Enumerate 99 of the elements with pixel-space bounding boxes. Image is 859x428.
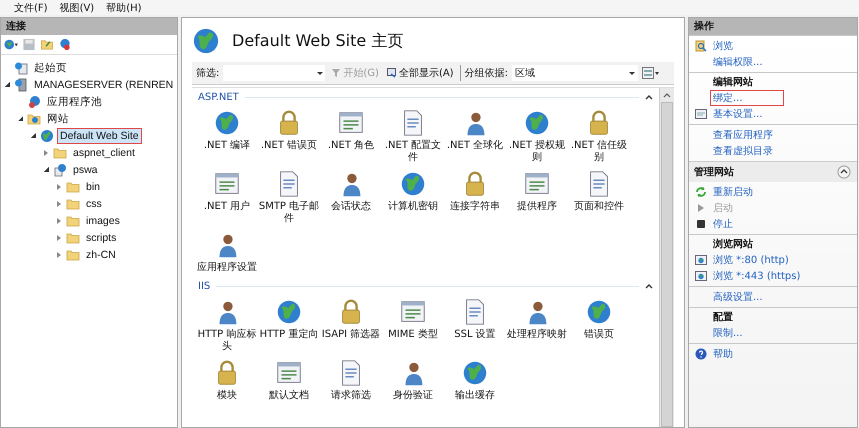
action-link[interactable]: 浏览 *:443 (https): [710, 268, 804, 284]
feature-item[interactable]: 连接字符串: [444, 167, 506, 228]
feature-item[interactable]: ISAPI 筛选器: [320, 295, 382, 356]
action-link[interactable]: 重新启动: [710, 184, 756, 200]
tree-item[interactable]: aspnet_client: [70, 144, 138, 160]
funnel-icon: [331, 68, 342, 78]
page-title: Default Web Site 主页: [232, 30, 404, 52]
expand-arrow-icon[interactable]: [57, 218, 61, 224]
feature-item[interactable]: 请求筛选: [320, 356, 382, 405]
collapse-caret-icon[interactable]: [837, 165, 851, 179]
folder-icon: [27, 112, 41, 126]
feature-item[interactable]: MIME 类型: [382, 295, 444, 356]
action-link[interactable]: 浏览: [710, 38, 736, 54]
tree-item[interactable]: Default Web Site: [57, 128, 142, 144]
action-link[interactable]: 编辑权限...: [710, 54, 766, 70]
action-link[interactable]: 绑定...: [710, 90, 784, 106]
feature-item[interactable]: .NET 配置文件: [382, 106, 444, 167]
feature-item[interactable]: HTTP 响应标头: [196, 295, 258, 356]
feature-item[interactable]: HTTP 重定向: [258, 295, 320, 356]
group-title: IIS: [198, 280, 210, 292]
server-icon: [14, 78, 28, 92]
expand-arrow-icon[interactable]: [44, 150, 48, 156]
tree-item[interactable]: 起始页: [31, 58, 70, 76]
pane-header: 操作: [689, 18, 857, 35]
menu-item[interactable]: 视图(V): [60, 0, 94, 14]
expand-arrow-icon[interactable]: [57, 200, 61, 206]
window-icon: [695, 108, 707, 120]
scroll-up-icon[interactable]: [663, 92, 671, 98]
action-link[interactable]: 限制...: [710, 325, 746, 341]
view-icon[interactable]: [642, 67, 660, 79]
group-title: ASP.NET: [198, 92, 239, 102]
group-by-dropdown[interactable]: 区域: [512, 65, 638, 81]
feature-item[interactable]: 身份验证: [382, 356, 444, 405]
action-link[interactable]: 停止: [710, 216, 736, 232]
folder-icon: [66, 196, 80, 210]
action-link[interactable]: 查看应用程序: [710, 127, 776, 143]
home-page-icon: [14, 60, 28, 74]
tree-item[interactable]: css: [83, 196, 105, 212]
folder-icon: [66, 248, 80, 262]
globe-page-icon: [53, 162, 67, 176]
section-title: 编辑网站: [712, 76, 754, 90]
feature-item[interactable]: .NET 错误页: [258, 106, 320, 167]
feature-item[interactable]: 模块: [196, 356, 258, 405]
folder-icon: [53, 146, 67, 160]
expand-arrow-icon[interactable]: [57, 234, 61, 240]
feature-item[interactable]: .NET 角色: [320, 106, 382, 167]
window-icon: [386, 68, 397, 78]
feature-item[interactable]: .NET 信任级别: [568, 106, 630, 167]
feature-item[interactable]: 计算机密钥: [382, 167, 444, 228]
show-all-button[interactable]: 全部显示(A): [384, 66, 456, 80]
feature-item[interactable]: .NET 授权规则: [506, 106, 568, 167]
tree-item[interactable]: 网站: [44, 110, 72, 128]
collapse-caret-icon[interactable]: [645, 94, 653, 100]
tree-item[interactable]: MANAGESERVER (RENREN: [31, 76, 176, 92]
tree-item[interactable]: scripts: [83, 230, 120, 246]
tree-item[interactable]: pswa: [70, 162, 101, 178]
action-link[interactable]: 基本设置...: [710, 106, 766, 122]
section-title: 配置: [712, 310, 734, 325]
expand-arrow-icon[interactable]: [57, 184, 61, 190]
menu-item[interactable]: 帮助(H): [106, 0, 142, 14]
feature-item[interactable]: SSL 设置: [444, 295, 506, 356]
refresh-icon: [695, 186, 707, 198]
magnifier-icon: [695, 40, 707, 52]
feature-item[interactable]: 提供程序: [506, 167, 568, 228]
feature-item[interactable]: 应用程序设置: [196, 228, 258, 277]
tree-item[interactable]: zh-CN: [83, 246, 119, 262]
feature-item[interactable]: .NET 编译: [196, 106, 258, 167]
feature-item[interactable]: 页面和控件: [568, 167, 630, 228]
filter-field[interactable]: [223, 65, 326, 81]
feature-item[interactable]: 处理程序映射: [506, 295, 568, 356]
menu-item[interactable]: 文件(F): [14, 0, 48, 14]
action-link[interactable]: 高级设置...: [710, 289, 766, 305]
folder-icon: [66, 230, 80, 244]
feature-item[interactable]: .NET 用户: [196, 167, 258, 228]
group-by-label: 分组依据:: [464, 67, 508, 80]
expand-arrow-icon[interactable]: [57, 252, 61, 258]
scrollbar[interactable]: [659, 88, 674, 427]
section-title: 浏览网站: [712, 238, 754, 252]
help-icon: [695, 348, 707, 360]
folder-icon[interactable]: [40, 38, 54, 51]
feature-item[interactable]: SMTP 电子邮件: [258, 167, 320, 228]
feature-item[interactable]: .NET 全球化: [444, 106, 506, 167]
folder-icon: [66, 180, 80, 194]
section-header: 管理网站: [694, 166, 734, 179]
filter-label: 筛选:: [196, 66, 220, 80]
action-link[interactable]: 浏览 *:80 (http): [710, 252, 792, 268]
tree-item[interactable]: bin: [83, 178, 104, 194]
collapse-caret-icon[interactable]: [645, 283, 653, 289]
action-link[interactable]: 帮助: [710, 346, 736, 362]
stop-icon: [695, 218, 707, 230]
action-link[interactable]: 查看虚拟目录: [710, 143, 776, 159]
folder-icon: [66, 214, 80, 228]
feature-item[interactable]: 默认文档: [258, 356, 320, 405]
pane-header: 连接: [1, 18, 177, 35]
tree-item[interactable]: 应用程序池: [44, 92, 105, 110]
feature-item[interactable]: 会话状态: [320, 167, 382, 228]
feature-item[interactable]: 输出缓存: [444, 356, 506, 405]
tree-item[interactable]: images: [83, 212, 123, 228]
feature-item[interactable]: 错误页: [568, 295, 630, 356]
